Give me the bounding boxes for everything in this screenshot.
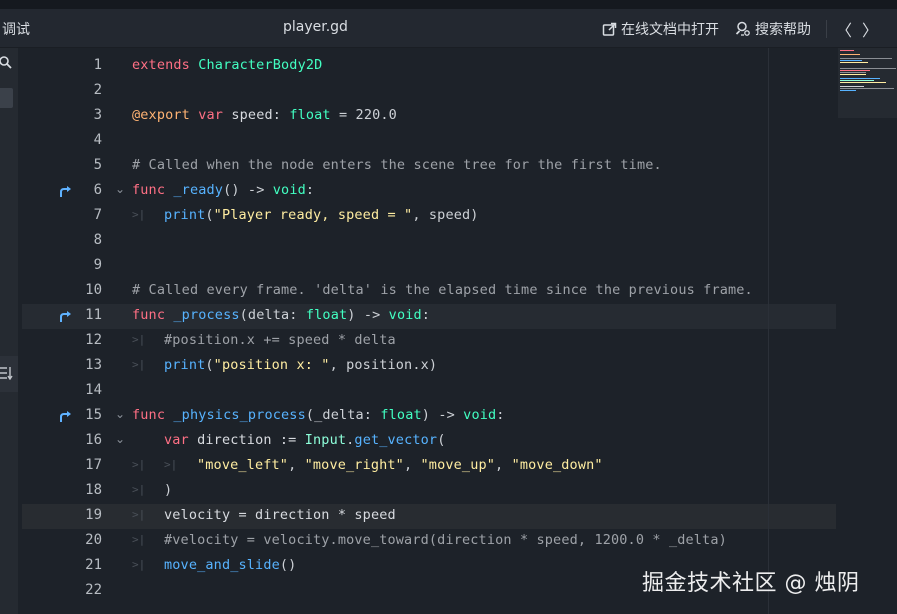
line-number: 17 <box>85 457 102 473</box>
indent-marker-icon: >| <box>132 558 146 571</box>
code-line[interactable]: 14 <box>22 379 836 404</box>
code-comment: # Called when the node enters the scene … <box>132 157 662 173</box>
code-line[interactable]: 16 ⌄ var direction := Input.get_vector( <box>22 429 836 454</box>
code-text: print("position x: ", position.x) <box>164 357 438 373</box>
code-line[interactable]: 4 <box>22 129 836 154</box>
code-text: velocity = direction * speed <box>164 507 396 523</box>
code-line[interactable]: 9 <box>22 254 836 279</box>
line-number: 15 <box>85 407 102 423</box>
line-number: 19 <box>85 507 102 523</box>
nav-forward-button[interactable]: 〉 <box>862 17 878 41</box>
code-text: "move_left", "move_right", "move_up", "m… <box>197 457 603 473</box>
online-docs-button[interactable]: 在线文档中打开 <box>602 18 719 40</box>
code-text: extends CharacterBody2D <box>132 57 323 73</box>
code-line[interactable]: 20 >| #velocity = velocity.move_toward(d… <box>22 529 836 554</box>
code-comment: #velocity = velocity.move_toward(directi… <box>164 532 727 548</box>
line-number: 12 <box>85 332 102 348</box>
indent-marker-icon: >| <box>132 208 146 221</box>
code-editor[interactable]: 1 extends CharacterBody2D 2 3 @export va… <box>22 48 897 614</box>
line-number: 7 <box>93 207 102 223</box>
code-line-highlighted[interactable]: 11 func _process(delta: float) -> void: <box>22 304 836 329</box>
line-number: 13 <box>85 357 102 373</box>
line-length-guideline <box>768 48 769 614</box>
code-line[interactable]: 8 <box>22 229 836 254</box>
line-number: 20 <box>85 532 102 548</box>
code-line[interactable]: 18 >| ) <box>22 479 836 504</box>
indent-marker-icon: >| <box>164 458 178 471</box>
indent-marker-icon: >| <box>132 508 146 521</box>
search-help-label: 搜索帮助 <box>755 22 811 38</box>
script-filter-input[interactable] <box>0 88 13 108</box>
line-number: 5 <box>93 157 102 173</box>
code-line[interactable]: 15 ⌄ func _physics_process(_delta: float… <box>22 404 836 429</box>
line-number: 8 <box>93 232 102 248</box>
nav-back-button[interactable]: 〈 <box>836 17 852 41</box>
code-text: ) <box>164 482 173 498</box>
indent-marker-icon: >| <box>132 333 146 346</box>
search-help-button[interactable]: 搜索帮助 <box>735 18 811 40</box>
code-minimap[interactable] <box>838 48 897 118</box>
indent-marker-icon: >| <box>132 358 146 371</box>
file-title: player.gd <box>283 19 348 35</box>
line-number: 16 <box>85 432 102 448</box>
line-number: 14 <box>85 382 102 398</box>
line-number: 21 <box>85 557 102 573</box>
code-line[interactable]: 17 >| >| "move_left", "move_right", "mov… <box>22 454 836 479</box>
header-separator <box>826 20 827 38</box>
code-text: func _process(delta: float) -> void: <box>132 307 431 323</box>
code-line[interactable]: 10 # Called every frame. 'delta' is the … <box>22 279 836 304</box>
code-line[interactable]: 5 # Called when the node enters the scen… <box>22 154 836 179</box>
fold-arrow-icon[interactable]: ⌄ <box>115 182 125 196</box>
fold-arrow-icon[interactable]: ⌄ <box>115 432 125 446</box>
code-line-current[interactable]: 19 >| velocity = direction * speed <box>22 504 836 529</box>
code-line[interactable]: 13 >| print("position x: ", position.x) <box>22 354 836 379</box>
indent-marker-icon: >| <box>132 533 146 546</box>
window-top-strip <box>0 0 897 9</box>
line-number: 6 <box>93 182 102 198</box>
list-sort-icon <box>0 366 13 384</box>
menu-debug[interactable]: 调试 <box>2 19 30 39</box>
line-number: 18 <box>85 482 102 498</box>
script-editor-header: 调试 player.gd 在线文档中打开 搜索帮助 〈 〉 <box>0 9 897 48</box>
code-line[interactable]: 1 extends CharacterBody2D <box>22 54 836 79</box>
sort-list-button[interactable] <box>0 356 18 392</box>
code-text: print("Player ready, speed = ", speed) <box>164 207 479 223</box>
code-text: @export var speed: float = 220.0 <box>132 107 397 123</box>
code-line[interactable]: 7 >| print("Player ready, speed = ", spe… <box>22 204 836 229</box>
line-number: 9 <box>93 257 102 273</box>
indent-marker-icon: >| <box>132 458 146 471</box>
code-text: func _ready() -> void: <box>132 182 315 198</box>
line-number: 11 <box>85 307 102 323</box>
code-comment: # Called every frame. 'delta' is the ela… <box>132 282 753 298</box>
code-comment: #position.x += speed * delta <box>164 332 396 348</box>
code-line[interactable]: 6 ⌄ func _ready() -> void: <box>22 179 836 204</box>
watermark: 掘金技术社区 @ 烛阴 <box>642 571 860 596</box>
script-list-sidebar <box>0 48 18 614</box>
code-text: move_and_slide() <box>164 557 297 573</box>
code-text: var direction := Input.get_vector( <box>164 432 446 448</box>
line-number: 4 <box>93 132 102 148</box>
line-number: 2 <box>93 82 102 98</box>
code-text: func _physics_process(_delta: float) -> … <box>132 407 505 423</box>
fold-arrow-icon[interactable]: ⌄ <box>115 407 125 421</box>
indent-marker-icon: >| <box>132 483 146 496</box>
external-link-icon <box>602 22 617 37</box>
line-number: 3 <box>93 107 102 123</box>
search-help-icon <box>735 21 751 37</box>
online-docs-label: 在线文档中打开 <box>621 22 719 38</box>
code-line[interactable]: 12 >| #position.x += speed * delta <box>22 329 836 354</box>
code-line[interactable]: 3 @export var speed: float = 220.0 <box>22 104 836 129</box>
search-icon[interactable] <box>0 54 12 73</box>
line-number: 22 <box>85 582 102 598</box>
line-number: 10 <box>85 282 102 298</box>
code-line[interactable]: 2 <box>22 79 836 104</box>
line-number: 1 <box>93 57 102 73</box>
